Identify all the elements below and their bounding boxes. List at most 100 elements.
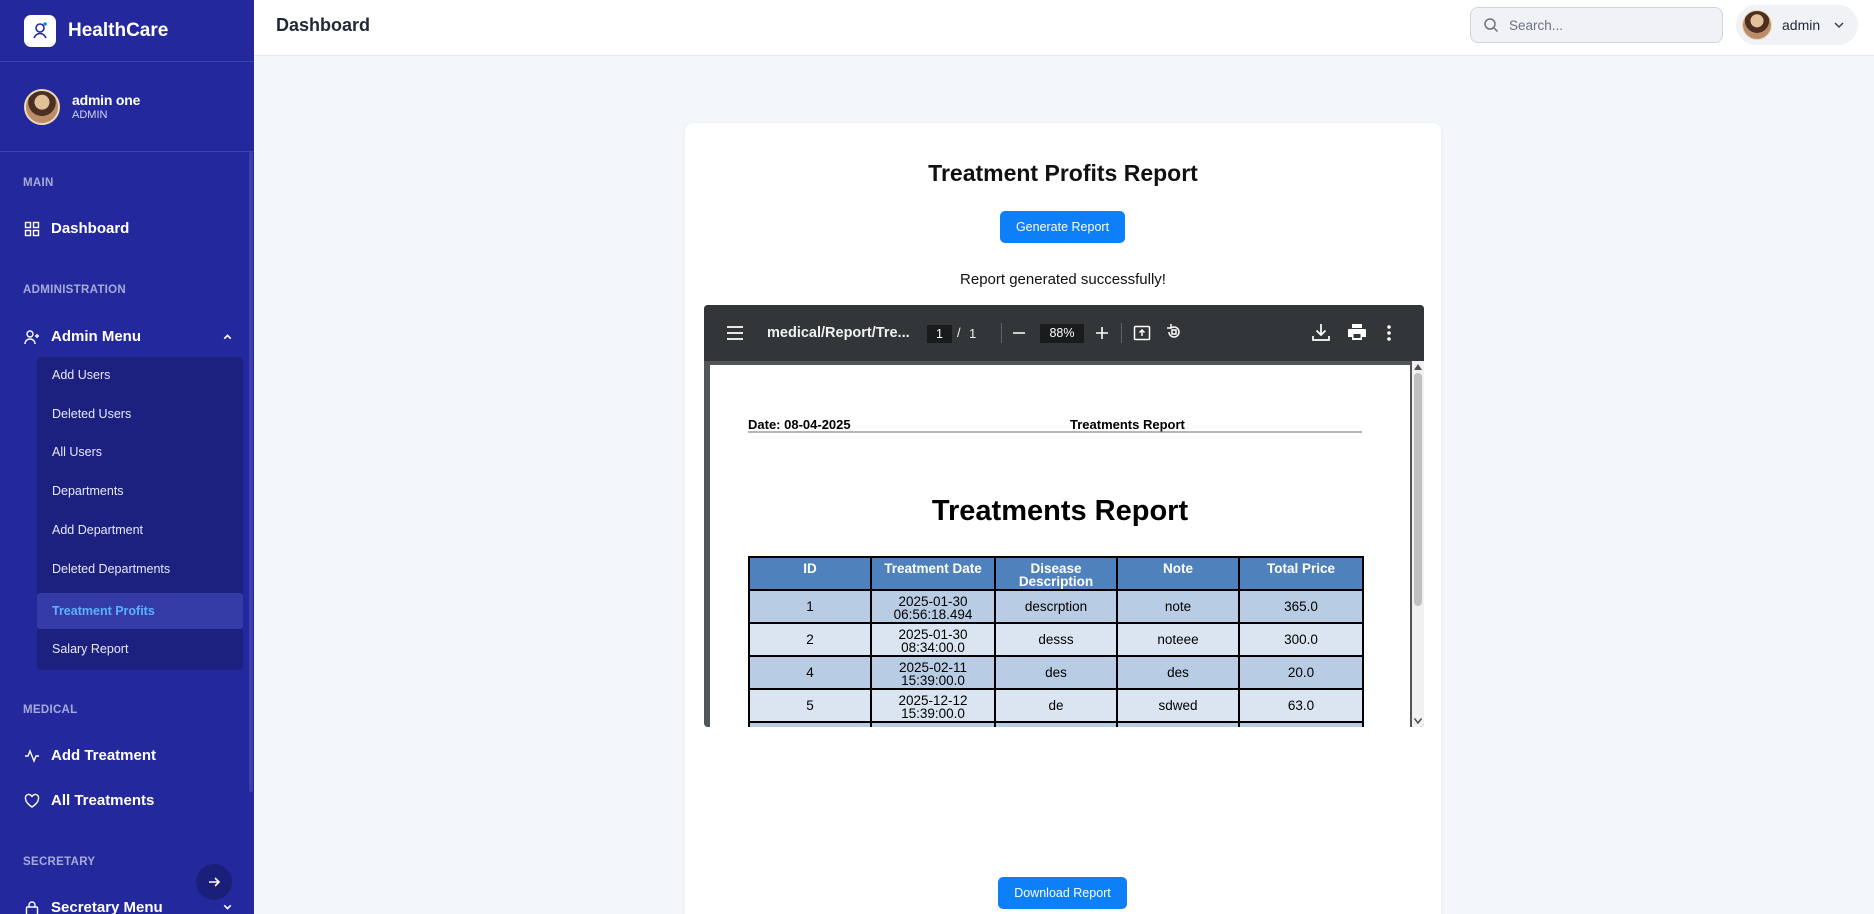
report-header-title: Treatments Report <box>1070 417 1185 432</box>
table-cell-description: des <box>994 655 1118 690</box>
column-header: Note <box>1116 556 1240 591</box>
sidebar-item-add-treatment[interactable]: Add Treatment <box>24 747 234 764</box>
column-header: Treatment Date <box>870 556 996 591</box>
table-cell-price: 63.0 <box>1238 688 1364 723</box>
table-cell-description: de <box>994 688 1118 723</box>
pdf-toolbar: medical/Report/Tre... 1 / 1 88% <box>704 305 1424 361</box>
table-cell-id: 4 <box>748 655 872 690</box>
section-label-medical: MEDICAL <box>23 704 78 716</box>
sidebar-item-admin-menu[interactable]: Admin Menu <box>24 328 234 345</box>
download-report-button[interactable]: Download Report <box>998 877 1127 909</box>
page-total: 1 <box>969 326 977 341</box>
sidebar: HealthCare admin one ADMIN MAIN Dashboar… <box>0 0 254 914</box>
sidebar-profile[interactable]: admin one ADMIN <box>0 62 254 152</box>
report-date: Date: 08-04-2025 <box>748 417 851 432</box>
report-title: Treatments Report <box>931 495 1189 527</box>
topbar: Dashboard admin <box>254 0 1874 56</box>
profile-name: admin one <box>72 92 141 108</box>
scroll-thumb[interactable] <box>1414 373 1422 606</box>
section-label-secretary: SECRETARY <box>23 856 96 868</box>
pdf-viewer[interactable]: medical/Report/Tre... 1 / 1 88% Date: 08… <box>704 305 1424 727</box>
rotate-icon[interactable] <box>1165 323 1183 341</box>
report-card: Treatment Profits Report Generate Report… <box>685 123 1441 914</box>
table-cell-note: note <box>1116 589 1240 624</box>
zoom-in-icon[interactable] <box>1095 326 1109 340</box>
table-cell-description: descrption <box>994 589 1118 624</box>
column-header: ID <box>748 556 872 591</box>
section-label-main: MAIN <box>23 177 54 189</box>
page-title: Dashboard <box>276 15 371 35</box>
brand-name: HealthCare <box>68 19 169 41</box>
grid-icon <box>24 221 40 236</box>
healthcare-logo-icon <box>24 14 56 47</box>
column-header: Disease Description <box>994 556 1118 591</box>
sidebar-item-departments[interactable]: Departments <box>37 473 243 509</box>
table-cell-description: des <box>994 721 1118 727</box>
table-row: 62025-02-2515:39:00.0desdes98.0 <box>748 721 1364 727</box>
pdf-scroll-area[interactable]: Date: 08-04-2025 Treatments Report Treat… <box>704 361 1424 727</box>
page-separator: / <box>957 325 961 340</box>
arrow-right-icon <box>209 877 221 887</box>
sidebar-item-dashboard[interactable]: Dashboard <box>24 220 234 237</box>
sidebar-item-label: Add Treatment <box>51 747 157 764</box>
table-cell-date: 2025-01-30 08:34:00.0 <box>870 622 996 657</box>
print-icon[interactable] <box>1347 323 1367 341</box>
table-cell-price: 98.0 <box>1238 721 1364 727</box>
table-row: 5 2025-12-12 15:39:00.0 de sdwed 63.0 <box>748 688 1364 723</box>
table-header-row: ID Treatment Date Disease Description No… <box>748 556 1364 591</box>
table-cell-note: des <box>1116 655 1240 690</box>
sidebar-item-label: All Treatments <box>51 792 155 809</box>
sidebar-item-treatment-profits[interactable]: Treatment Profits <box>37 593 243 629</box>
search-input[interactable] <box>1509 17 1709 33</box>
more-options-icon[interactable] <box>1386 324 1392 342</box>
sidebar-item-add-users[interactable]: Add Users <box>37 357 243 393</box>
sidebar-item-all-users[interactable]: All Users <box>37 434 243 470</box>
table-cell-note: noteee <box>1116 622 1240 657</box>
page-number-input[interactable]: 1 <box>927 325 952 343</box>
avatar <box>24 88 60 125</box>
table-cell-description: desss <box>994 622 1118 657</box>
table-cell-date: 2025-12-12 15:39:00.0 <box>870 688 996 723</box>
brand[interactable]: HealthCare <box>0 0 254 62</box>
avatar <box>1742 10 1772 40</box>
menu-icon[interactable] <box>726 325 744 341</box>
user-name: admin <box>1782 17 1821 33</box>
column-header: Total Price <box>1238 556 1364 591</box>
scroll-down-icon[interactable] <box>1412 715 1424 727</box>
sidebar-item-deleted-departments[interactable]: Deleted Departments <box>37 551 243 587</box>
pdf-scrollbar[interactable] <box>1412 361 1424 727</box>
table-row: 4 2025-02-11 15:39:00.0 des des 20.0 <box>748 655 1364 690</box>
report-table: ID Treatment Date Disease Description No… <box>748 556 1364 727</box>
sidebar-item-secretary-menu[interactable]: Secretary Menu <box>24 899 234 914</box>
table-cell-note: des <box>1116 721 1240 727</box>
sidebar-item-add-department[interactable]: Add Department <box>37 512 243 548</box>
table-cell-date: 2025-01-30 06:56:18.494 <box>870 589 996 624</box>
table-cell-id: 5 <box>748 688 872 723</box>
sidebar-item-deleted-users[interactable]: Deleted Users <box>37 396 243 432</box>
fit-page-icon[interactable] <box>1133 324 1151 342</box>
sidebar-item-label: Admin Menu <box>51 328 141 345</box>
table-cell-id: 2 <box>748 622 872 657</box>
scroll-up-icon[interactable] <box>1412 361 1424 373</box>
table-row: 2 2025-01-30 08:34:00.0 desss noteee 300.0 <box>748 622 1364 657</box>
profile-role: ADMIN <box>72 109 108 121</box>
table-cell-note: sdwed <box>1116 688 1240 723</box>
collapse-sidebar-button[interactable] <box>196 864 232 900</box>
search-box[interactable] <box>1470 7 1723 43</box>
download-icon[interactable] <box>1311 322 1331 342</box>
card-title: Treatment Profits Report <box>928 160 1198 186</box>
generate-report-button[interactable]: Generate Report <box>1000 211 1125 243</box>
table-row: 1 2025-01-30 06:56:18.494 descrption note 365… <box>748 589 1364 624</box>
sidebar-scrollbar[interactable] <box>249 152 253 792</box>
zoom-level[interactable]: 88% <box>1040 324 1084 343</box>
sidebar-item-salary-report[interactable]: Salary Report <box>37 631 243 667</box>
table-cell-id: 6 <box>748 721 872 727</box>
sidebar-item-all-treatments[interactable]: All Treatments <box>24 792 234 809</box>
sidebar-item-label: Dashboard <box>51 220 130 237</box>
pdf-file-name: medical/Report/Tre... <box>767 325 910 341</box>
zoom-out-icon[interactable] <box>1012 327 1026 339</box>
user-menu[interactable]: admin <box>1736 5 1858 45</box>
table-cell-price: 300.0 <box>1238 622 1364 657</box>
table-cell-date: 2025-02-2515:39:00.0 <box>870 721 996 727</box>
chevron-up-icon <box>223 334 232 340</box>
